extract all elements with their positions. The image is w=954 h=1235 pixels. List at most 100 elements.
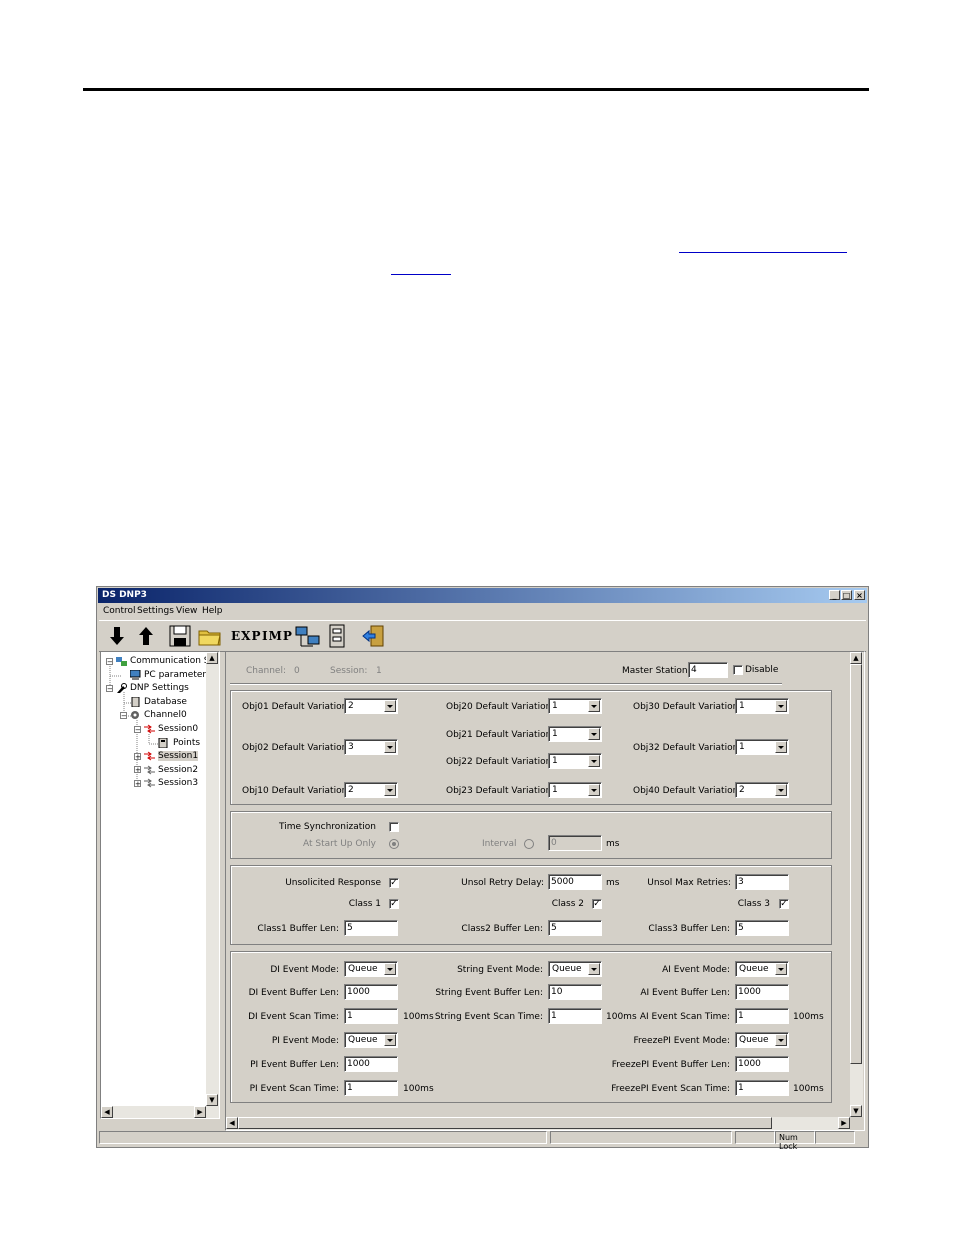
chevron-down-icon[interactable] bbox=[588, 963, 600, 975]
string-event-buffer-input[interactable]: 10 bbox=[548, 984, 602, 1000]
obj01-select[interactable]: 2 bbox=[344, 698, 398, 714]
download-arrow-icon[interactable] bbox=[108, 624, 126, 648]
interval-input[interactable]: 0 bbox=[548, 835, 602, 851]
import-button[interactable]: IMP bbox=[262, 629, 293, 653]
di-event-scan-input[interactable]: 1 bbox=[344, 1008, 398, 1024]
disable-checkbox[interactable] bbox=[733, 665, 743, 675]
unsol-max-retries-input[interactable]: 3 bbox=[735, 874, 789, 890]
tree-item-database[interactable]: Database bbox=[144, 697, 187, 707]
tree-item-session3[interactable]: Session3 bbox=[158, 778, 198, 788]
panel-horizontal-scrollbar[interactable]: ◀ ▶ bbox=[226, 1117, 850, 1130]
menu-settings[interactable]: Settings bbox=[137, 606, 174, 616]
class1-buffer-input[interactable]: 5 bbox=[344, 920, 398, 936]
string-event-scan-input[interactable]: 1 bbox=[548, 1008, 602, 1024]
chevron-down-icon[interactable] bbox=[384, 700, 396, 712]
database-icon[interactable] bbox=[328, 624, 346, 648]
maximize-button[interactable]: □ bbox=[841, 590, 852, 600]
unsol-retry-input[interactable]: 5000 bbox=[548, 874, 602, 890]
ai-event-buffer-input[interactable]: 1000 bbox=[735, 984, 789, 1000]
pi-event-scan-input[interactable]: 1 bbox=[344, 1080, 398, 1096]
scroll-left-button[interactable]: ◀ bbox=[101, 1106, 113, 1118]
exit-door-icon[interactable] bbox=[361, 624, 385, 648]
doc-link-underline-2[interactable] bbox=[391, 274, 451, 275]
scroll-down-button[interactable]: ▼ bbox=[206, 1094, 218, 1106]
chevron-down-icon[interactable] bbox=[775, 784, 787, 796]
expander-session0[interactable]: − bbox=[134, 726, 141, 734]
minimize-button[interactable]: _ bbox=[829, 590, 840, 600]
obj20-select[interactable]: 1 bbox=[548, 698, 602, 714]
obj32-select[interactable]: 1 bbox=[735, 739, 789, 755]
panel-scroll-left-button[interactable]: ◀ bbox=[226, 1117, 238, 1129]
upload-arrow-icon[interactable] bbox=[137, 624, 155, 648]
class3-checkbox[interactable]: ✓ bbox=[779, 899, 789, 909]
tree-item-points[interactable]: Points bbox=[173, 738, 200, 748]
expander-session1[interactable]: + bbox=[134, 753, 141, 761]
obj30-select[interactable]: 1 bbox=[735, 698, 789, 714]
chevron-down-icon[interactable] bbox=[775, 700, 787, 712]
di-event-mode-select[interactable]: Queue bbox=[344, 961, 398, 977]
panel-scroll-right-button[interactable]: ▶ bbox=[838, 1117, 850, 1129]
menu-view[interactable]: View bbox=[176, 606, 197, 616]
panel-vertical-scrollbar[interactable]: ▲ ▼ bbox=[850, 652, 863, 1117]
tree-item-session0[interactable]: Session0 bbox=[158, 724, 198, 734]
di-event-buffer-input[interactable]: 1000 bbox=[344, 984, 398, 1000]
class2-checkbox[interactable]: ✓ bbox=[592, 899, 602, 909]
interval-radio[interactable] bbox=[524, 839, 534, 849]
expander-session3[interactable]: + bbox=[134, 780, 141, 788]
panel-scroll-up-button[interactable]: ▲ bbox=[850, 652, 862, 664]
chevron-down-icon[interactable] bbox=[384, 741, 396, 753]
scroll-up-button[interactable]: ▲ bbox=[206, 652, 218, 664]
doc-link-underline-1[interactable] bbox=[679, 252, 847, 253]
obj22-select[interactable]: 1 bbox=[548, 753, 602, 769]
chevron-down-icon[interactable] bbox=[775, 963, 787, 975]
string-event-mode-select[interactable]: Queue bbox=[548, 961, 602, 977]
time-sync-checkbox[interactable] bbox=[389, 822, 399, 832]
tree-item-communication[interactable]: Communication S bbox=[130, 656, 210, 666]
chevron-down-icon[interactable] bbox=[775, 1034, 787, 1046]
freezepi-event-mode-select[interactable]: Queue bbox=[735, 1032, 789, 1048]
menu-control[interactable]: Control bbox=[103, 606, 136, 616]
chevron-down-icon[interactable] bbox=[588, 755, 600, 767]
expander-session2[interactable]: + bbox=[134, 766, 141, 774]
network-computers-icon[interactable] bbox=[295, 624, 321, 648]
tree-item-pc-parameter[interactable]: PC parameter bbox=[144, 670, 206, 680]
chevron-down-icon[interactable] bbox=[588, 700, 600, 712]
obj40-select[interactable]: 2 bbox=[735, 782, 789, 798]
chevron-down-icon[interactable] bbox=[384, 963, 396, 975]
open-folder-icon[interactable] bbox=[198, 624, 222, 648]
export-button[interactable]: EXP bbox=[231, 629, 261, 653]
chevron-down-icon[interactable] bbox=[384, 784, 396, 796]
close-button[interactable]: × bbox=[854, 590, 865, 600]
class2-buffer-input[interactable]: 5 bbox=[548, 920, 602, 936]
panel-scroll-down-button[interactable]: ▼ bbox=[850, 1105, 862, 1117]
obj21-select[interactable]: 1 bbox=[548, 726, 602, 742]
expander-comm[interactable]: − bbox=[106, 658, 113, 666]
tree-item-channel0[interactable]: Channel0 bbox=[144, 710, 187, 720]
menu-help[interactable]: Help bbox=[202, 606, 223, 616]
chevron-down-icon[interactable] bbox=[588, 728, 600, 740]
tree-horizontal-scrollbar[interactable]: ◀ ▶ bbox=[101, 1106, 219, 1118]
tree-item-session2[interactable]: Session2 bbox=[158, 765, 198, 775]
expander-dnp[interactable]: − bbox=[106, 685, 113, 693]
freezepi-event-buffer-input[interactable]: 1000 bbox=[735, 1056, 789, 1072]
obj23-select[interactable]: 1 bbox=[548, 782, 602, 798]
scroll-right-button[interactable]: ▶ bbox=[194, 1106, 206, 1118]
class1-checkbox[interactable]: ✓ bbox=[389, 899, 399, 909]
expander-channel0[interactable]: − bbox=[120, 712, 127, 720]
panel-hscroll-thumb[interactable] bbox=[238, 1117, 772, 1129]
chevron-down-icon[interactable] bbox=[384, 1034, 396, 1046]
tree-item-session1[interactable]: Session1 bbox=[158, 751, 199, 761]
ai-event-mode-select[interactable]: Queue bbox=[735, 961, 789, 977]
obj02-select[interactable]: 3 bbox=[344, 739, 398, 755]
tree-vertical-scrollbar[interactable]: ▲ ▼ bbox=[206, 652, 219, 1106]
save-disk-icon[interactable] bbox=[169, 624, 191, 648]
master-station-input[interactable]: 4 bbox=[688, 662, 728, 678]
freezepi-event-scan-input[interactable]: 1 bbox=[735, 1080, 789, 1096]
startup-only-radio[interactable] bbox=[389, 839, 399, 849]
pi-event-mode-select[interactable]: Queue bbox=[344, 1032, 398, 1048]
pi-event-buffer-input[interactable]: 1000 bbox=[344, 1056, 398, 1072]
ai-event-scan-input[interactable]: 1 bbox=[735, 1008, 789, 1024]
class3-buffer-input[interactable]: 5 bbox=[735, 920, 789, 936]
obj10-select[interactable]: 2 bbox=[344, 782, 398, 798]
panel-scroll-thumb[interactable] bbox=[850, 664, 862, 1064]
